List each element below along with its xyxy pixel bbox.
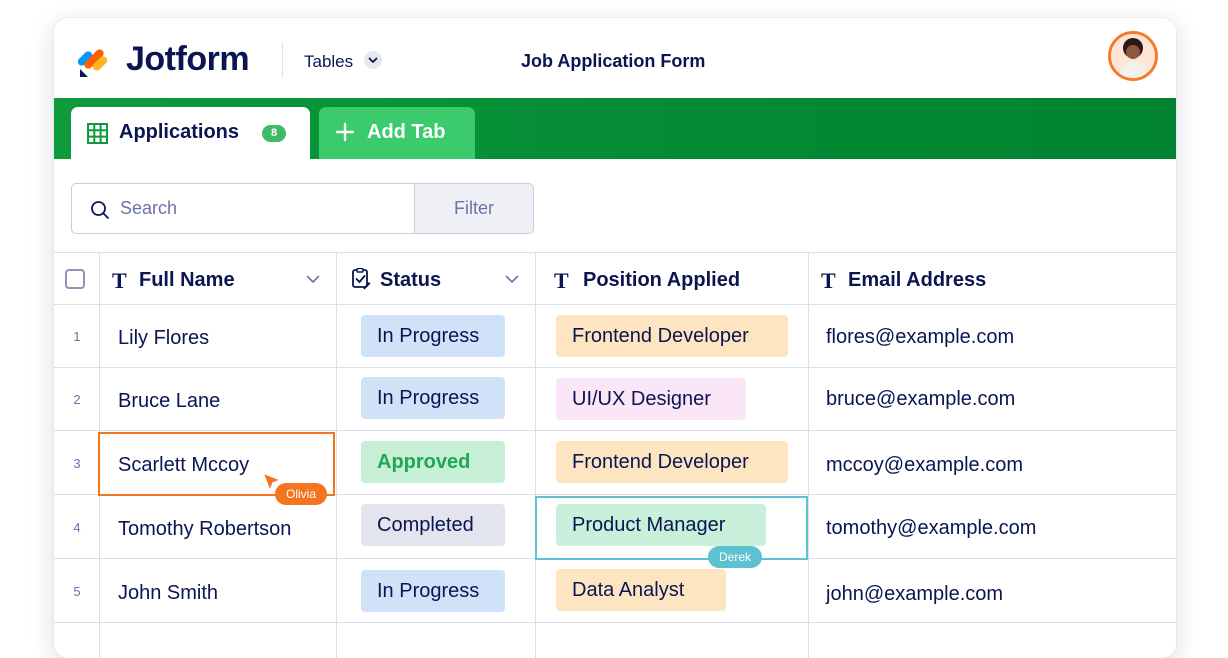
column-label: Email Address — [848, 269, 987, 291]
table-row[interactable]: 1 Lily Flores In Progress Frontend Devel… — [54, 305, 1176, 368]
table-row[interactable] — [54, 623, 1176, 658]
email-cell[interactable] — [809, 623, 1176, 658]
position-cell[interactable]: Data Analyst — [536, 559, 809, 623]
derek-selection-outline — [535, 496, 808, 560]
select-all-cell — [54, 252, 100, 305]
tab-label: Applications — [119, 121, 240, 143]
email-cell[interactable]: tomothy@example.com — [809, 495, 1176, 559]
position-cell[interactable]: Frontend Developer — [536, 431, 809, 495]
name-cell[interactable]: John Smith — [100, 559, 337, 623]
collaborator-tag-derek: Derek — [708, 546, 763, 568]
row-number-cell — [54, 623, 100, 658]
search-box — [71, 183, 414, 234]
status-cell[interactable]: In Progress — [337, 305, 536, 368]
email-value: tomothy@example.com — [826, 517, 1037, 539]
status-cell[interactable]: In Progress — [337, 559, 536, 623]
column-header-status[interactable]: Status — [337, 252, 536, 305]
header-divider — [282, 42, 283, 78]
row-number: 4 — [73, 520, 81, 535]
add-tab-button[interactable]: Add Tab — [319, 107, 475, 159]
status-badge: Approved — [361, 441, 505, 483]
collaborator-tag-olivia: Olivia — [275, 483, 328, 505]
table-row[interactable]: 5 John Smith In Progress Data Analyst jo… — [54, 559, 1176, 623]
text-type-icon: T — [554, 268, 569, 293]
table-grid-icon — [87, 123, 108, 144]
status-cell[interactable] — [337, 623, 536, 658]
brand-name: Jotform — [126, 40, 250, 78]
position-cell[interactable]: UI/UX Designer — [536, 368, 809, 431]
applicant-name: John Smith — [118, 582, 219, 604]
email-cell[interactable]: john@example.com — [809, 559, 1176, 623]
email-cell[interactable]: flores@example.com — [809, 305, 1176, 368]
position-tag: Frontend Developer — [556, 441, 788, 483]
text-type-icon: T — [821, 268, 836, 293]
status-badge: In Progress — [361, 377, 505, 419]
app-window: Jotform Tables Job Application Form Appl… — [54, 18, 1176, 658]
status-checklist-icon — [352, 268, 371, 290]
status-badge: In Progress — [361, 570, 505, 612]
row-number-cell: 5 — [54, 559, 100, 623]
status-badge: In Progress — [361, 315, 505, 357]
column-label: Position Applied — [583, 269, 741, 291]
position-tag: UI/UX Designer — [556, 378, 746, 420]
status-badge: Completed — [361, 504, 505, 546]
row-number-cell: 1 — [54, 305, 100, 368]
applicant-name: Lily Flores — [118, 327, 210, 349]
email-value: bruce@example.com — [826, 388, 1016, 410]
select-all-checkbox[interactable] — [65, 269, 85, 289]
text-type-icon: T — [112, 268, 127, 293]
jotform-logo-icon[interactable] — [78, 44, 110, 78]
row-number-cell: 4 — [54, 495, 100, 559]
row-number-cell: 2 — [54, 368, 100, 431]
applicant-name: Bruce Lane — [118, 390, 221, 412]
email-value: john@example.com — [826, 583, 1004, 605]
email-value: flores@example.com — [826, 326, 1015, 348]
name-cell[interactable]: Bruce Lane — [100, 368, 337, 431]
tables-menu-label[interactable]: Tables — [304, 52, 353, 72]
column-label: Full Name — [139, 269, 235, 291]
position-tag: Data Analyst — [556, 569, 726, 611]
email-cell[interactable]: bruce@example.com — [809, 368, 1176, 431]
column-header-email-address[interactable]: T Email Address — [809, 252, 1176, 305]
tab-count-badge: 8 — [262, 125, 286, 142]
app-header: Jotform Tables Job Application Form — [54, 18, 1176, 98]
applicant-name: Tomothy Robertson — [118, 518, 292, 540]
filter-button[interactable]: Filter — [414, 183, 534, 234]
status-cell[interactable]: Approved — [337, 431, 536, 495]
row-number: 1 — [73, 329, 81, 344]
row-number-cell: 3 — [54, 431, 100, 495]
name-cell[interactable] — [100, 623, 337, 658]
position-tag: Frontend Developer — [556, 315, 788, 357]
email-cell[interactable]: mccoy@example.com — [809, 431, 1176, 495]
chevron-down-icon[interactable] — [305, 271, 321, 287]
chevron-down-icon[interactable] — [364, 51, 382, 69]
tab-applications[interactable]: Applications 8 — [71, 107, 310, 159]
column-header-full-name[interactable]: T Full Name — [100, 252, 337, 305]
add-tab-label: Add Tab — [367, 121, 446, 143]
search-input[interactable] — [120, 184, 400, 233]
position-cell[interactable]: Frontend Developer — [536, 305, 809, 368]
row-number: 5 — [73, 584, 81, 599]
table-row[interactable]: 2 Bruce Lane In Progress UI/UX Designer … — [54, 368, 1176, 431]
status-cell[interactable]: In Progress — [337, 368, 536, 431]
status-cell[interactable]: Completed — [337, 495, 536, 559]
name-cell[interactable]: Lily Flores — [100, 305, 337, 368]
column-header-position-applied[interactable]: T Position Applied — [536, 252, 809, 305]
search-icon — [91, 201, 109, 219]
row-number: 3 — [73, 456, 81, 471]
chevron-down-icon[interactable] — [504, 271, 520, 287]
plus-icon — [335, 122, 355, 142]
email-value: mccoy@example.com — [826, 454, 1024, 476]
form-title: Job Application Form — [521, 51, 706, 71]
tab-bar: Applications 8 Add Tab — [54, 98, 1176, 159]
table-header-row: T Full Name Status T Position Applied T … — [54, 252, 1176, 305]
row-number: 2 — [73, 392, 81, 407]
position-cell[interactable] — [536, 623, 809, 658]
user-avatar[interactable] — [1108, 31, 1158, 81]
column-label: Status — [380, 269, 442, 291]
